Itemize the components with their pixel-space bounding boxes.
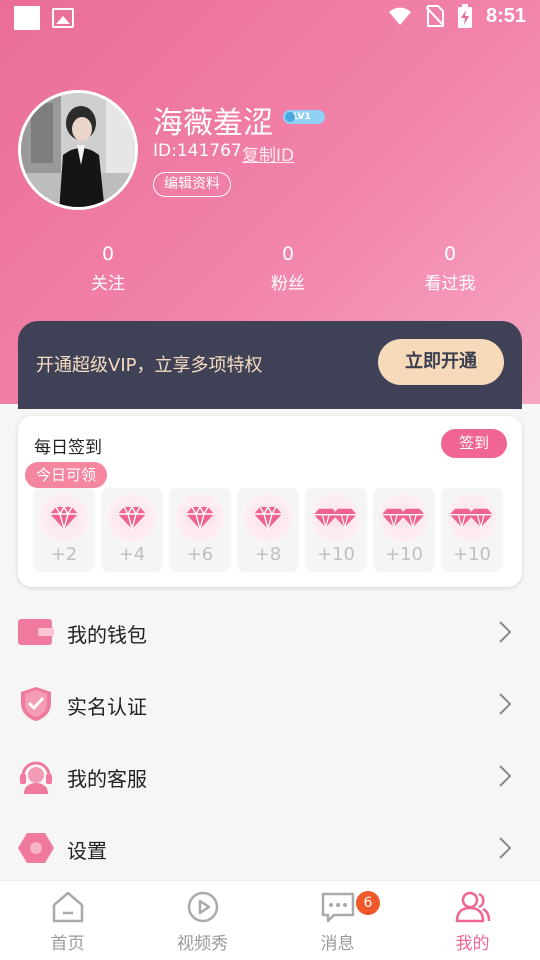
checkin-reward: +8 (254, 544, 282, 565)
menu-item-customer-service[interactable]: 我的客服 (0, 740, 540, 812)
shield-check-icon (21, 687, 51, 721)
stat-value: 0 (281, 243, 295, 265)
profile-header: 8:51 海薇羞涩 LV1 ID:141767 复制ID 编辑资料 0 关注 0… (0, 0, 540, 409)
no-sim-icon (425, 5, 444, 27)
bottom-tab-bar: 首页 视频秀 消息 我的 (0, 880, 540, 960)
clock: 8:51 (485, 4, 526, 27)
tab-label: 视频秀 (177, 934, 228, 954)
user-icon (455, 891, 490, 923)
checkin-reward: +4 (118, 544, 146, 565)
video-play-icon (187, 891, 218, 923)
menu-label: 我的客服 (67, 767, 147, 791)
diamond-icon (312, 494, 360, 542)
checkin-reward: +10 (317, 544, 355, 565)
diamond-icon (244, 494, 292, 542)
username: 海薇羞涩 (153, 106, 273, 141)
message-badge: 6 (356, 891, 380, 915)
checkin-reward: +2 (50, 544, 78, 565)
checkin-day: +10 (441, 488, 503, 572)
diamond-icon (108, 494, 156, 542)
checkin-reward: +6 (186, 544, 214, 565)
checkin-day: +10 (305, 488, 367, 572)
diamond-icon (176, 494, 224, 542)
stat-value: 0 (443, 243, 457, 265)
daily-checkin-card: 每日签到 签到 今日可领 +2 +4 +6 +8 +10 +10 +10 (18, 416, 522, 587)
chevron-right-icon (499, 765, 512, 787)
tab-messages[interactable]: 消息 (270, 881, 405, 960)
chevron-right-icon (499, 621, 512, 643)
tab-label: 首页 (50, 934, 85, 954)
menu-item-settings[interactable]: 设置 (0, 812, 540, 884)
today-available-tag: 今日可领 (25, 462, 107, 488)
checkin-day: +4 (101, 488, 163, 572)
edit-profile-button[interactable]: 编辑资料 (153, 172, 231, 197)
stat-label: 粉丝 (271, 274, 305, 294)
menu-item-wallet[interactable]: 我的钱包 (0, 596, 540, 668)
settings-icon (18, 833, 54, 863)
home-icon (52, 891, 83, 923)
checkin-reward: +10 (453, 544, 491, 565)
chevron-right-icon (499, 837, 512, 859)
notification-square-icon (14, 6, 40, 30)
diamond-icon (448, 494, 496, 542)
menu-label: 设置 (67, 839, 107, 863)
customer-service-icon (20, 761, 52, 794)
diamond-icon (40, 494, 88, 542)
avatar[interactable] (18, 90, 138, 210)
level-badge: LV1 (283, 110, 325, 124)
checkin-title: 每日签到 (34, 438, 102, 458)
stat-value: 0 (101, 243, 115, 265)
diamond-icon (380, 494, 428, 542)
message-icon (321, 892, 354, 923)
status-bar: 8:51 (0, 0, 540, 36)
checkin-day: +8 (237, 488, 299, 572)
menu-label: 实名认证 (67, 695, 147, 719)
avatar-photo (21, 93, 135, 207)
menu-item-verification[interactable]: 实名认证 (0, 668, 540, 740)
tab-video[interactable]: 视频秀 (135, 881, 270, 960)
checkin-day: +10 (373, 488, 435, 572)
image-notification-icon (52, 8, 74, 28)
copy-id-link[interactable]: 复制ID (242, 141, 294, 166)
stat-following[interactable]: 0 关注 (48, 243, 168, 294)
user-id: ID:141767 (153, 141, 242, 161)
chevron-right-icon (499, 693, 512, 715)
stat-label: 看过我 (424, 274, 476, 294)
battery-charging-icon (457, 4, 472, 28)
tab-home[interactable]: 首页 (0, 881, 135, 960)
wifi-icon (388, 7, 411, 25)
checkin-button[interactable]: 签到 (441, 429, 507, 458)
tab-label: 我的 (455, 934, 490, 954)
stat-label: 关注 (91, 274, 125, 294)
tab-mine[interactable]: 我的 (405, 881, 540, 960)
tab-label: 消息 (320, 934, 355, 954)
stat-visitors[interactable]: 0 看过我 (390, 243, 510, 294)
checkin-day: +6 (169, 488, 231, 572)
vip-promo-text: 开通超级VIP，立享多项特权 (36, 355, 263, 376)
checkin-reward: +10 (385, 544, 423, 565)
menu-label: 我的钱包 (67, 623, 147, 647)
vip-banner: 开通超级VIP，立享多项特权 立即开通 (18, 321, 522, 409)
checkin-day: +2 (33, 488, 95, 572)
stat-followers[interactable]: 0 粉丝 (228, 243, 348, 294)
wallet-icon (18, 619, 54, 645)
vip-open-button[interactable]: 立即开通 (378, 339, 504, 385)
